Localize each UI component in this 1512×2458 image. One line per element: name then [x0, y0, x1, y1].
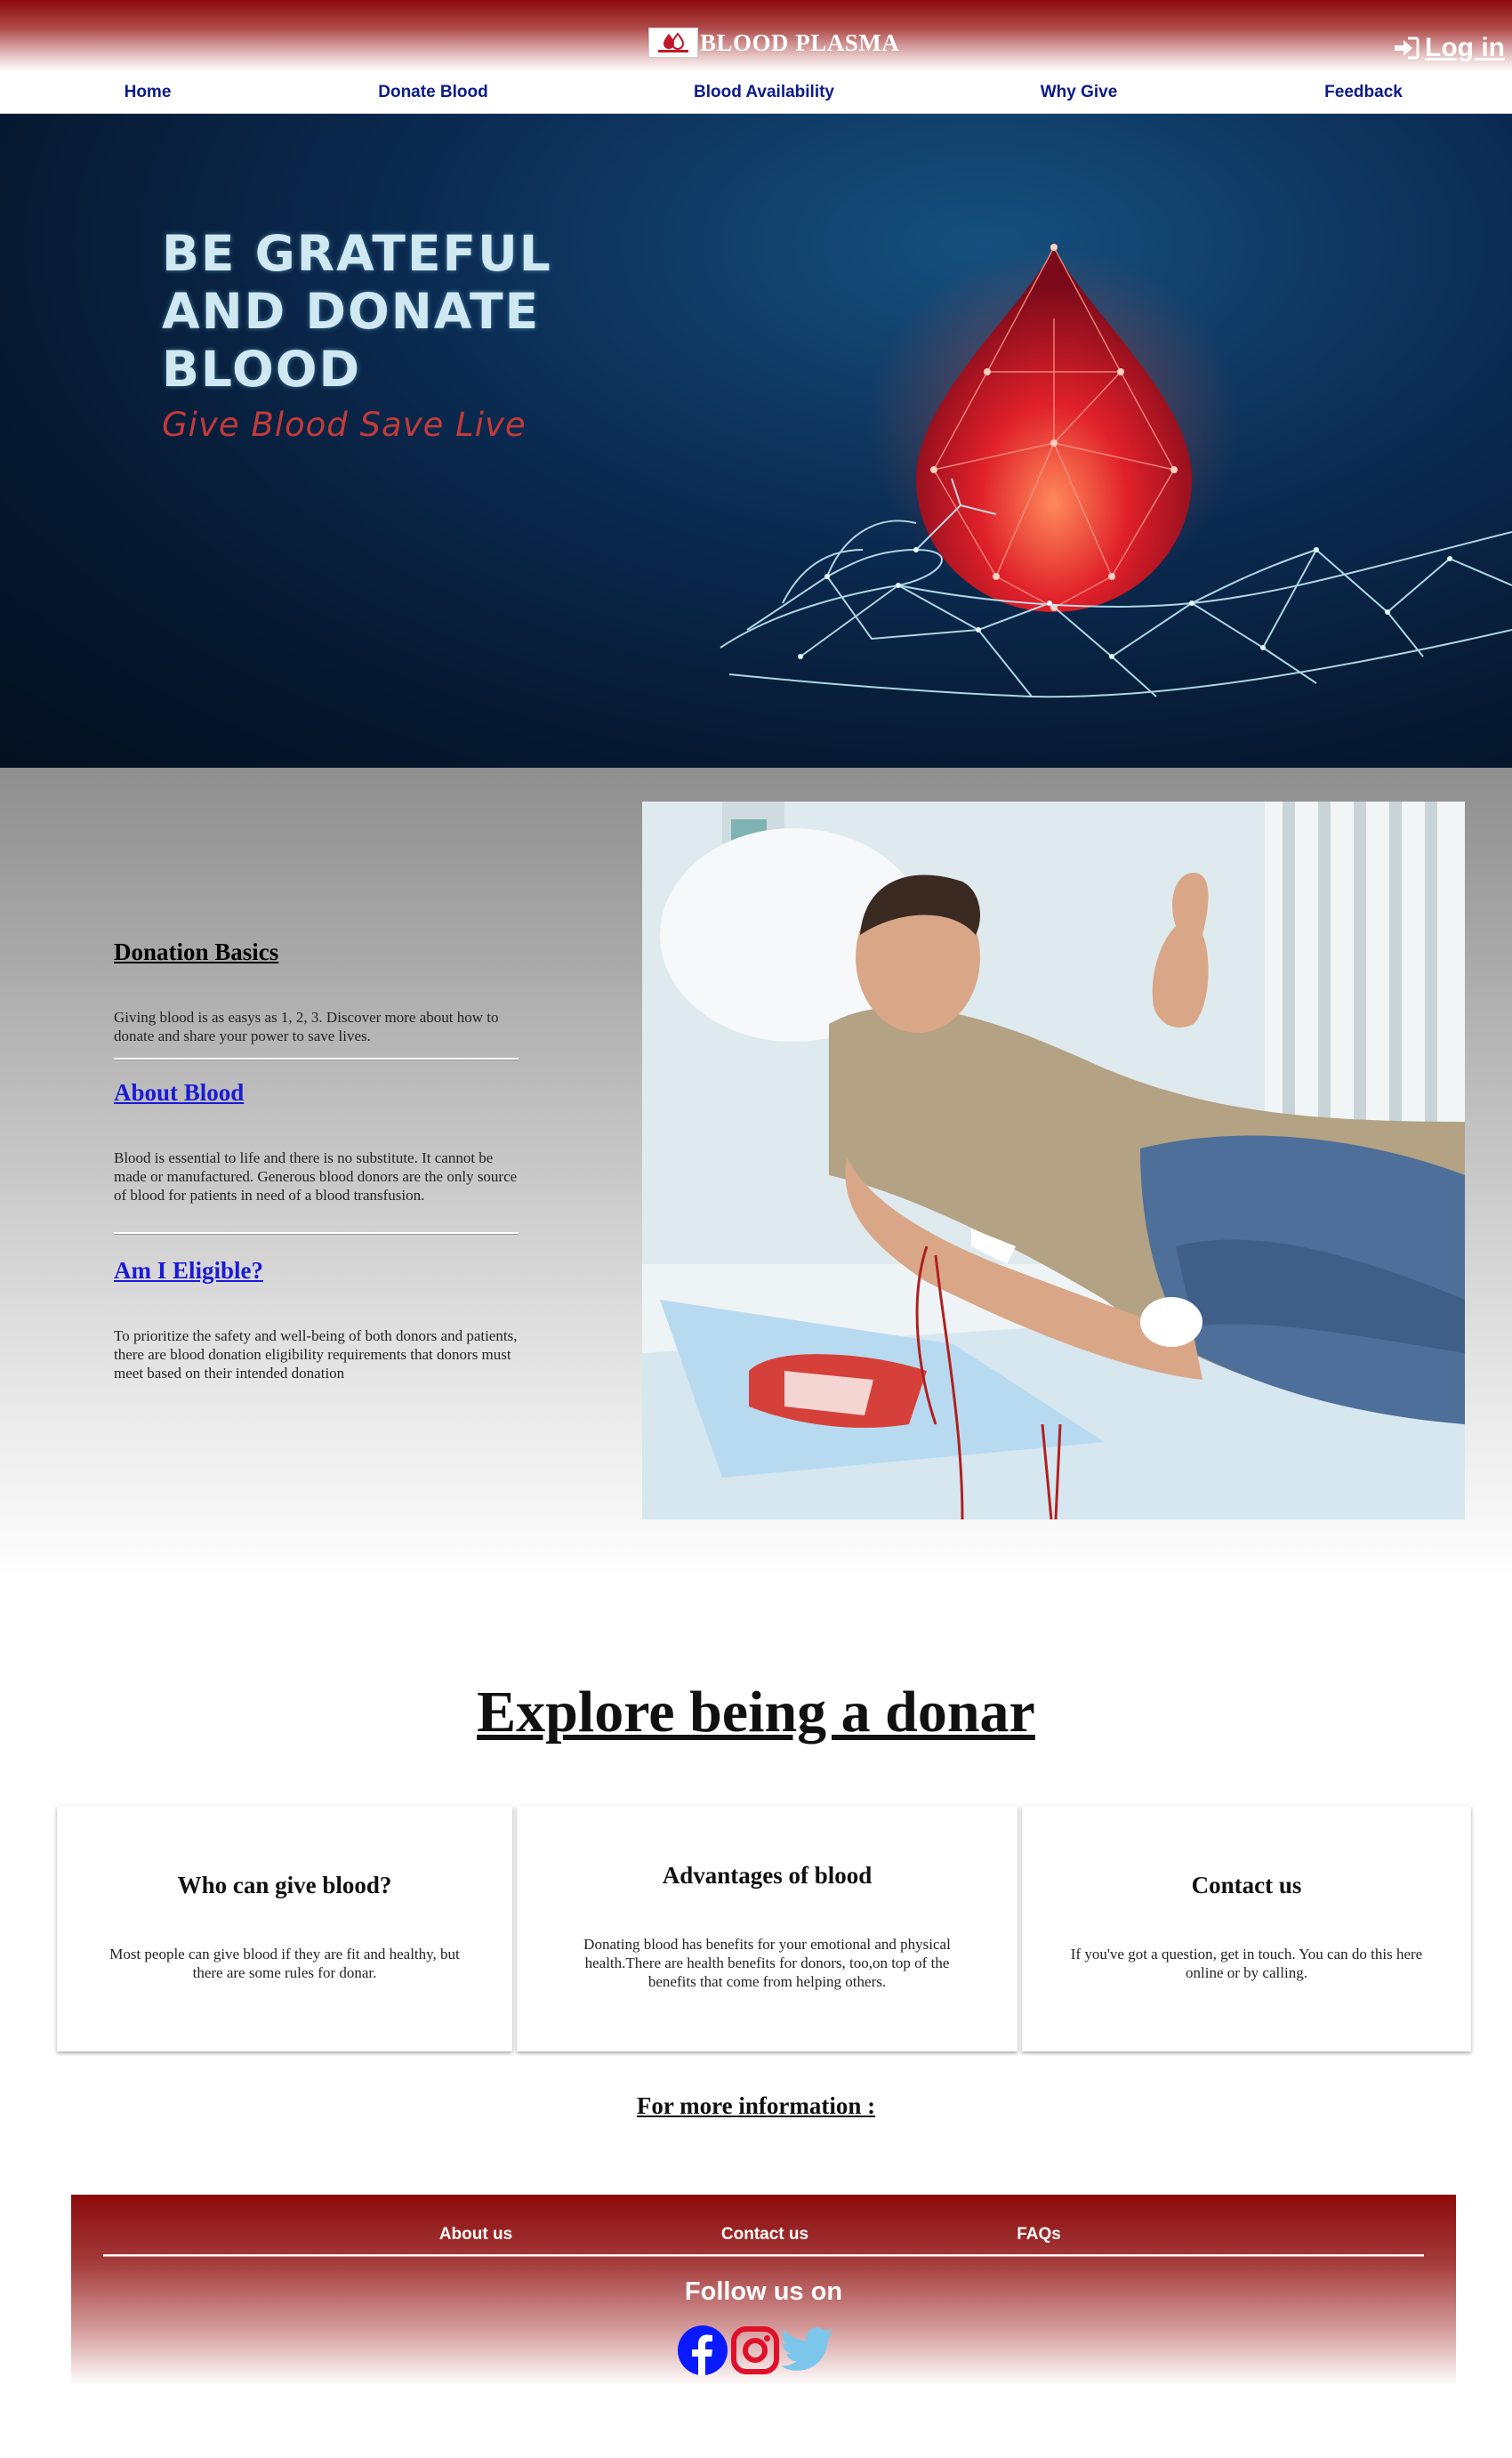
hero-headline-line: BLOOD — [162, 341, 362, 398]
am-i-eligible-link[interactable]: Am I Eligible? — [114, 1257, 263, 1285]
donation-basics-text: Giving blood is as easys as 1, 2, 3. Dis… — [114, 1009, 499, 1044]
about-blood-link[interactable]: About Blood — [114, 1079, 244, 1107]
facebook-icon[interactable] — [677, 2325, 728, 2376]
card-contact-us[interactable]: Contact us If you've got a question, get… — [1022, 1806, 1471, 2051]
hero-headline: BE GRATEFUL AND DONATE BLOOD — [162, 225, 660, 399]
brand[interactable]: BLOOD PLASMA — [648, 27, 899, 59]
hero-tagline: Give Blood Save Live — [162, 406, 527, 444]
hero-banner: BE GRATEFUL AND DONATE BLOOD Give Blood … — [0, 114, 1512, 768]
divider — [114, 1058, 519, 1060]
card-who-can-give[interactable]: Who can give blood? Most people can give… — [57, 1806, 512, 2051]
eligibility-text: To prioritize the safety and well-being … — [114, 1327, 518, 1382]
nav-donate-blood[interactable]: Donate Blood — [378, 83, 488, 102]
card-text: Most people can give blood if they are f… — [109, 1946, 460, 1981]
card-title: Advantages of blood — [662, 1862, 873, 1889]
sign-in-icon — [1395, 36, 1420, 60]
nav-feedback[interactable]: Feedback — [1324, 83, 1403, 102]
login-label: Log in — [1425, 33, 1505, 62]
card-text: Donating blood has benefits for your emo… — [583, 1936, 951, 1990]
site-title: BLOOD PLASMA — [700, 28, 900, 56]
card-advantages[interactable]: Advantages of blood Donating blood has b… — [517, 1806, 1017, 2051]
footer-about-us[interactable]: About us — [439, 2225, 512, 2244]
card-title: Contact us — [1191, 1872, 1302, 1898]
hand-holding-blood-drop-illustration — [720, 244, 1512, 698]
instagram-icon[interactable] — [730, 2325, 780, 2375]
explore-heading: Explore being a donar — [477, 1680, 1035, 1745]
footer-divider — [103, 2254, 1424, 2256]
twitter-icon[interactable] — [782, 2327, 835, 2373]
follow-us-label: Follow us on — [684, 2277, 843, 2306]
divider — [114, 1232, 519, 1234]
hero-headline-line: AND DONATE — [162, 283, 541, 340]
info-section: Donation Basics Giving blood is as easys… — [0, 768, 1512, 1584]
explore-cards: Who can give blood? Most people can give… — [57, 1806, 1471, 2053]
main-nav: Home Donate Blood Blood Availability Why… — [0, 71, 1512, 115]
donation-basics-heading: Donation Basics — [114, 939, 279, 965]
social-links — [677, 2324, 835, 2377]
card-title: Who can give blood? — [177, 1872, 392, 1898]
nav-why-give[interactable]: Why Give — [1041, 83, 1118, 102]
footer-contact-us[interactable]: Contact us — [721, 2225, 808, 2244]
login-link[interactable]: Log in — [1393, 32, 1505, 64]
donor-photo — [642, 802, 1465, 1519]
card-text: If you've got a question, get in touch. … — [1070, 1946, 1423, 1981]
about-blood-text: Blood is essential to life and there is … — [114, 1149, 518, 1204]
nav-home[interactable]: Home — [125, 83, 172, 102]
site-header: BLOOD PLASMA Log in — [0, 0, 1512, 71]
blood-drop-logo — [648, 28, 698, 58]
hero-headline-line: BE GRATEFUL — [162, 225, 552, 282]
site-footer: About us Contact us FAQs Follow us on — [71, 2195, 1456, 2386]
footer-faqs[interactable]: FAQs — [1017, 2225, 1061, 2244]
nav-blood-availability[interactable]: Blood Availability — [694, 83, 834, 102]
more-information-heading: For more information : — [636, 2092, 876, 2119]
